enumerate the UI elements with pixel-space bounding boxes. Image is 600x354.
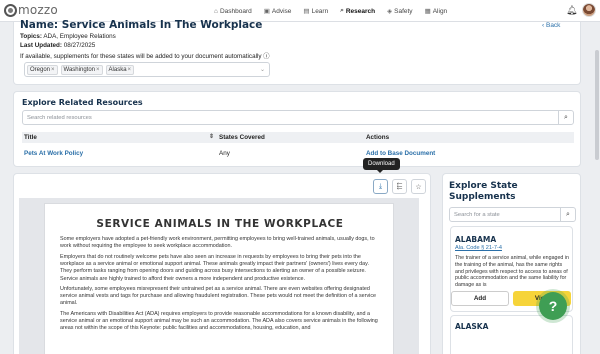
document-title: SERVICE ANIMALS IN THE WORKPLACE [96, 218, 344, 230]
download-icon: ⤓ [378, 182, 383, 190]
back-link[interactable]: ‹ Back [542, 22, 560, 29]
state-supplements-title: Explore State Supplements [449, 181, 518, 202]
research-icon: ⌕ [340, 7, 344, 14]
state-tag-label: Alaska [108, 66, 127, 73]
star-icon: ☆ [415, 183, 422, 191]
nav-advise-label: Advise [271, 7, 292, 15]
nav-learn[interactable]: ▤ Learn [297, 5, 334, 17]
sort-icon[interactable]: ⇕ [209, 133, 214, 140]
advise-icon: ▣ [263, 8, 270, 15]
favorite-button[interactable]: ☆ [411, 179, 426, 194]
document-page: SERVICE ANIMALS IN THE WORKPLACE Some em… [44, 203, 394, 354]
main-nav: ⌂ Dashboard ▣ Advise ▤ Learn ⌕ Research ◈ Saf… [208, 5, 453, 17]
document-header-card: Name: Service Animals In The Workplace ‹… [13, 19, 581, 85]
remove-tag-icon[interactable]: × [51, 67, 55, 73]
nav-dashboard-label: Dashboard [219, 7, 252, 15]
document-paragraph: Employers that do not routinely welcome … [60, 254, 369, 282]
info-icon[interactable]: ⓘ [263, 53, 269, 60]
topics-label: Topics: [20, 33, 42, 40]
download-button[interactable]: ⤓ [373, 179, 388, 194]
state-tag: Oregon× [27, 64, 58, 75]
document-scrollbar[interactable] [398, 198, 403, 354]
nav-research[interactable]: ⌕ Research [334, 5, 381, 17]
resources-table-header: Title ⇕ States Covered Actions [22, 132, 574, 143]
state-selector[interactable]: Oregon× Washington× Alaska× ⌄ [24, 62, 270, 77]
state-name: ALABAMA [455, 235, 497, 244]
help-button[interactable]: ? [539, 292, 567, 320]
resource-states: Any [219, 150, 230, 157]
updated-value: 08/27/2025 [63, 42, 96, 49]
align-icon: ▦ [424, 8, 431, 15]
page-title: Name: Service Animals In The Workplace [20, 19, 263, 31]
col-actions: Actions [366, 134, 390, 141]
state-tag: Alaska× [105, 64, 135, 75]
question-icon: ? [548, 298, 558, 314]
resource-title-link[interactable]: Pets At Work Policy [22, 150, 217, 157]
state-search-input[interactable]: Search for a state [450, 212, 560, 218]
state-tag-label: Washington [63, 66, 95, 73]
download-tooltip: Download [363, 158, 400, 173]
resources-search-input[interactable]: Search related resources [23, 115, 558, 121]
state-summary: The trainer of a service animal, while e… [455, 255, 569, 289]
mozzo-logo[interactable]: mozzo [4, 3, 58, 17]
learn-icon: ▤ [303, 8, 310, 15]
resources-search: Search related resources ⌕ [22, 110, 574, 125]
nav-safety[interactable]: ◈ Safety [381, 5, 418, 17]
col-title[interactable]: Title ⇕ [22, 134, 217, 141]
logo-text: mozzo [18, 3, 58, 17]
state-supplement-item: ALASKA [450, 315, 573, 354]
home-icon: ⌂ [214, 7, 218, 15]
nav-align[interactable]: ▦ Align [419, 5, 454, 17]
topics-value: ADA, Employee Relations [43, 33, 116, 40]
topics-line: Topics: ADA, Employee Relations [20, 33, 116, 40]
add-to-base-link[interactable]: Add to Base Document [364, 150, 574, 157]
related-resources-title: Explore Related Resources [22, 98, 143, 107]
page-scrollbar-thumb[interactable] [595, 50, 599, 160]
safety-icon: ◈ [387, 8, 393, 15]
add-state-button[interactable]: Add [451, 291, 509, 306]
nav-dashboard[interactable]: ⌂ Dashboard [208, 5, 258, 17]
col-states: States Covered [219, 134, 265, 141]
nav-research-label: Research [345, 7, 376, 15]
search-icon[interactable]: ⌕ [558, 111, 573, 124]
logo-mark-icon [4, 3, 17, 17]
nav-advise[interactable]: ▣ Advise [258, 5, 298, 17]
remove-tag-icon[interactable]: × [96, 67, 100, 73]
state-tag-label: Oregon [30, 66, 51, 73]
updated-label: Last Updated: [20, 42, 62, 49]
related-resources-card: Explore Related Resources Search related… [13, 91, 581, 167]
nav-learn-label: Learn [311, 7, 329, 15]
state-search: Search for a state ⌕ [449, 207, 576, 222]
document-paragraph: Unfortunately, some employees misreprese… [60, 286, 377, 307]
table-row: Pets At Work Policy Any Add to Base Docu… [22, 148, 574, 159]
document-paragraph: The Americans with Disabilities Act (ADA… [60, 311, 378, 332]
avatar[interactable] [582, 3, 596, 17]
share-button[interactable]: ⬱ [392, 179, 407, 194]
nav-align-label: Align [432, 7, 448, 15]
back-label: Back [545, 22, 561, 29]
col-title-label: Title [24, 134, 37, 141]
search-icon[interactable]: ⌕ [560, 208, 575, 221]
chevron-down-icon[interactable]: ⌄ [260, 66, 265, 73]
state-code-link[interactable]: Ala. Code § 21-7-4 [455, 245, 502, 251]
notification-bell-icon[interactable]: 🔔︎ [566, 5, 577, 16]
remove-tag-icon[interactable]: × [128, 67, 132, 73]
state-name: ALASKA [455, 322, 489, 331]
supplement-note: If available, supplements for these stat… [20, 51, 270, 60]
updated-line: Last Updated: 08/27/2025 [20, 42, 95, 49]
nav-safety-label: Safety [394, 7, 413, 15]
share-icon: ⬱ [396, 182, 403, 190]
state-tag: Washington× [60, 64, 103, 75]
supplement-note-text: If available, supplements for these stat… [20, 53, 262, 60]
document-paragraph: Some employers have adopted a pet-friend… [60, 236, 375, 250]
document-preview[interactable]: SERVICE ANIMALS IN THE WORKPLACE Some em… [19, 198, 419, 354]
